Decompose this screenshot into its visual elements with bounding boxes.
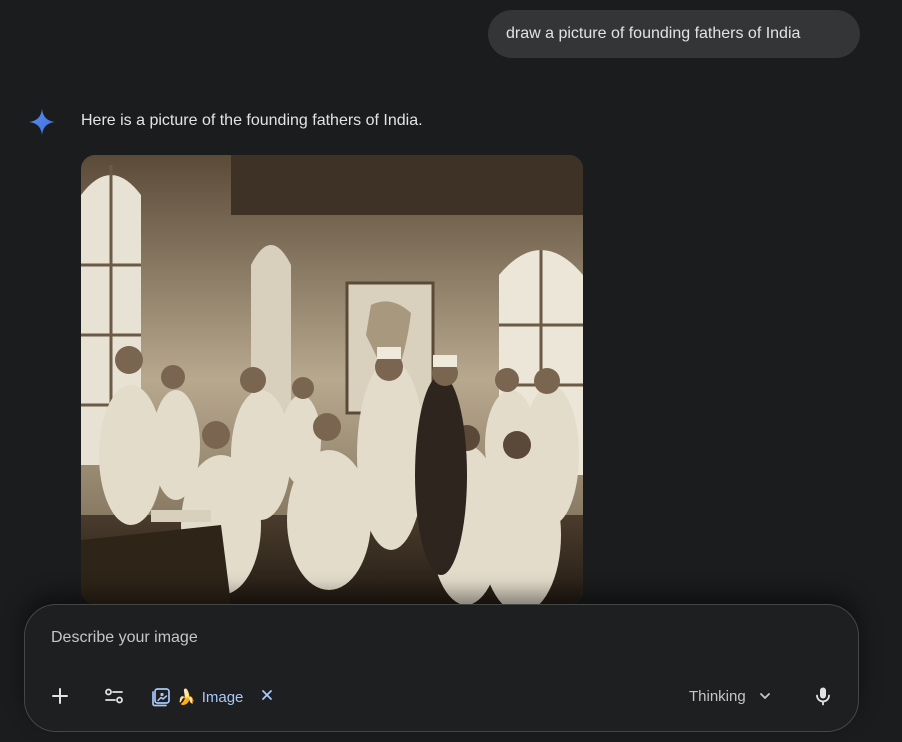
tune-icon [105, 688, 123, 704]
microphone-button[interactable] [809, 682, 837, 710]
mic-icon [816, 687, 830, 706]
generated-image[interactable] [81, 155, 583, 604]
add-attachment-button[interactable] [45, 681, 75, 711]
assistant-response-text: Here is a picture of the founding father… [81, 112, 423, 129]
gemini-spark-icon [29, 109, 55, 135]
image-gen-icon [152, 688, 170, 707]
prompt-composer: 🍌 Image Thinking [24, 604, 859, 732]
user-message-bubble: draw a picture of founding fathers of In… [488, 10, 860, 58]
tools-button[interactable] [99, 681, 129, 711]
user-message-text: draw a picture of founding fathers of In… [506, 25, 801, 42]
image-mode-chip[interactable]: 🍌 Image [151, 685, 243, 709]
prompt-input[interactable] [51, 629, 811, 647]
remove-image-mode-button[interactable] [259, 687, 275, 703]
plus-icon [52, 688, 68, 704]
image-chip-label: Image [201, 688, 244, 706]
banana-emoji: 🍌 [177, 689, 196, 706]
chevron-down-icon [759, 693, 770, 699]
close-icon [262, 690, 272, 700]
model-mode-selector[interactable]: Thinking [689, 683, 772, 709]
mode-label: Thinking [689, 687, 746, 705]
